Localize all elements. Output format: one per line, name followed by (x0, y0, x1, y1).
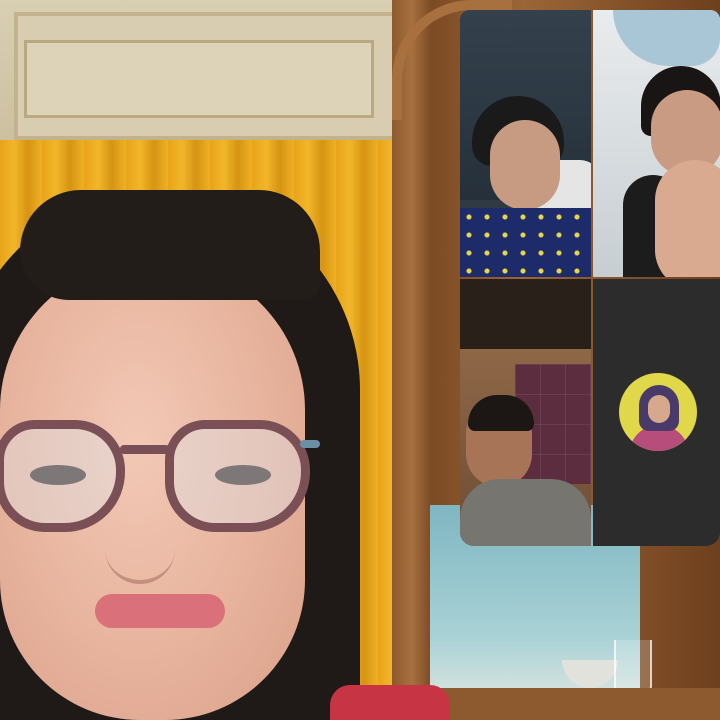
glass-cup (614, 640, 652, 694)
participant-tile-4[interactable] (593, 279, 720, 546)
cabinet-shelf (420, 688, 720, 720)
glasses-temple (300, 440, 320, 448)
glasses-left-lens (0, 420, 125, 532)
participant-3-shirt (460, 479, 591, 546)
bangs (20, 190, 320, 300)
participant-2-hand (655, 160, 720, 277)
participant-tile-2[interactable] (593, 10, 720, 277)
participant-1-shirt (460, 208, 591, 277)
window-vent (14, 12, 398, 140)
participant-tile-3[interactable] (460, 279, 591, 546)
glasses-right-lens (165, 420, 310, 532)
participant-tile-1[interactable] (460, 10, 591, 277)
glasses-bridge (120, 445, 170, 454)
participant-1-face (490, 120, 560, 210)
lips (95, 594, 225, 628)
avatar-photo-icon (619, 373, 697, 451)
self-participant (0, 190, 360, 720)
red-shirt (330, 685, 450, 720)
